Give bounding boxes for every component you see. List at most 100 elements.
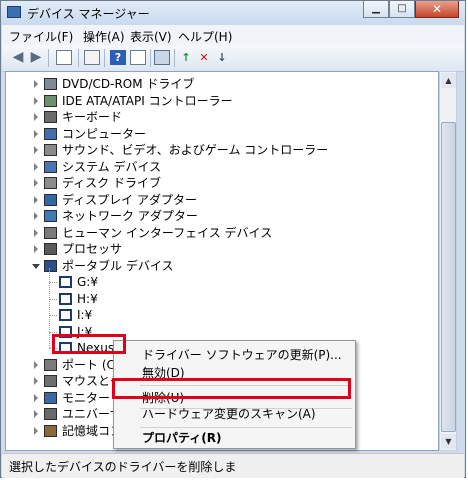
context-properties[interactable]: プロパティ(R)	[114, 428, 355, 448]
collapse-arrow-icon[interactable]	[34, 361, 38, 369]
collapse-arrow-icon[interactable]	[34, 146, 38, 154]
maximize-button[interactable]: □	[389, 1, 415, 18]
menu-file[interactable]: ファイル(F)	[9, 28, 73, 45]
portable-device-icon	[44, 260, 57, 272]
disk-drive-icon	[44, 177, 57, 189]
tree-item-label: ポータブル デバイス	[62, 259, 174, 273]
menu-help[interactable]: ヘルプ(H)	[178, 28, 232, 45]
tree-connector-line	[49, 332, 57, 333]
tree-child-item[interactable]: I:¥	[6, 307, 436, 323]
context-item-label: プロパティ(R)	[142, 431, 222, 445]
context-item-label: ハードウェア変更のスキャン(A)	[142, 407, 316, 421]
status-text: 選択したデバイスのドライバーを削除しま	[9, 460, 237, 474]
portable-device-icon	[59, 293, 72, 305]
tree-item-label: DVD/CD-ROM ドライブ	[62, 77, 195, 91]
tree-category-item[interactable]: IDE ATA/ATAPI コントローラー	[6, 93, 436, 109]
tree-category-item[interactable]: ディスク ドライブ	[6, 175, 436, 191]
tree-item-label: ディスプレイ アダプター	[62, 193, 197, 207]
help-icon[interactable]: ?	[110, 50, 126, 65]
collapse-arrow-icon[interactable]	[34, 113, 38, 121]
scan-hardware-icon[interactable]	[154, 50, 170, 65]
tree-item-label: H:¥	[77, 292, 98, 306]
tree-connector-line	[49, 282, 57, 283]
tree-item-label: IDE ATA/ATAPI コントローラー	[62, 94, 233, 108]
collapse-arrow-icon[interactable]	[34, 427, 38, 435]
tree-category-item[interactable]: ディスプレイ アダプター	[6, 192, 436, 208]
collapse-arrow-icon[interactable]	[34, 196, 38, 204]
menu-view[interactable]: 表示(V)	[130, 28, 172, 45]
collapse-arrow-icon[interactable]	[34, 163, 38, 171]
speaker-icon	[44, 144, 57, 156]
context-update-driver[interactable]: ドライバー ソフトウェアの更新(P)...	[114, 345, 355, 365]
port-icon	[44, 359, 57, 371]
toolbar-separator	[78, 49, 79, 67]
tree-category-item[interactable]: システム デバイス	[6, 159, 436, 175]
toolbar-separator	[48, 49, 49, 67]
tree-category-item[interactable]: サウンド、ビデオ、およびゲーム コントローラー	[6, 142, 436, 158]
collapse-arrow-icon[interactable]	[34, 212, 38, 220]
status-bar: 選択したデバイスのドライバーを削除しま	[2, 453, 464, 478]
tree-item-label: サウンド、ビデオ、およびゲーム コントローラー	[62, 143, 329, 157]
context-scan-hardware[interactable]: ハードウェア変更のスキャン(A)	[114, 404, 355, 424]
collapse-arrow-icon[interactable]	[34, 179, 38, 187]
tree-connector-vertical-line	[49, 268, 50, 348]
display-adapter-icon	[44, 194, 57, 206]
toolbar-separator	[174, 49, 175, 67]
collapse-arrow-icon[interactable]	[34, 80, 38, 88]
expand-arrow-icon[interactable]	[32, 264, 40, 269]
tree-item-label: G:¥	[77, 275, 98, 289]
tree-category-item[interactable]: DVD/CD-ROM ドライブ	[6, 76, 436, 92]
minimize-button[interactable]: ▁	[363, 1, 389, 18]
hid-icon	[44, 227, 57, 239]
mouse-icon	[44, 375, 57, 387]
tree-category-item[interactable]: ヒューマン インターフェイス デバイス	[6, 225, 436, 241]
scrollbar-thumb[interactable]	[441, 122, 456, 432]
disable-device-icon[interactable]: ↓	[214, 50, 230, 65]
tree-category-item[interactable]: ネットワーク アダプター	[6, 208, 436, 224]
scroll-down-icon[interactable]: ▼	[441, 434, 456, 449]
uninstall-device-icon[interactable]: ✕	[196, 50, 212, 65]
tree-item-label: I:¥	[77, 308, 93, 322]
collapse-arrow-icon[interactable]	[34, 97, 38, 105]
dvd-drive-icon	[44, 78, 57, 90]
tree-item-label: システム デバイス	[62, 160, 162, 174]
computer-icon	[44, 128, 57, 140]
update-driver-icon[interactable]: ↑	[178, 50, 194, 65]
highlight-uninstall-box	[112, 378, 351, 399]
tree-item-label: ディスク ドライブ	[62, 176, 161, 190]
back-arrow-icon[interactable]: ◀	[10, 50, 26, 65]
show-action-pane-icon[interactable]	[130, 50, 146, 65]
toolbar-separator	[150, 49, 151, 67]
highlight-nexus5-box	[52, 334, 126, 354]
processor-icon	[44, 243, 57, 255]
show-hide-console-tree-icon[interactable]	[56, 50, 72, 65]
tree-category-item[interactable]: キーボード	[6, 109, 436, 125]
tree-category-item[interactable]: ポータブル デバイス	[6, 258, 436, 274]
tree-category-item[interactable]: コンピューター	[6, 126, 436, 142]
collapse-arrow-icon[interactable]	[34, 229, 38, 237]
properties-icon[interactable]	[84, 50, 100, 65]
collapse-arrow-icon[interactable]	[34, 130, 38, 138]
title-bar[interactable]: デバイス マネージャー ▁ □ ✕	[1, 1, 465, 25]
collapse-arrow-icon[interactable]	[34, 394, 38, 402]
monitor-icon	[44, 392, 57, 404]
collapse-arrow-icon[interactable]	[34, 245, 38, 253]
network-adapter-icon	[44, 210, 57, 222]
portable-device-icon	[59, 276, 72, 288]
vertical-scrollbar[interactable]: ▲ ▼	[439, 71, 457, 451]
device-manager-app-icon	[7, 6, 21, 18]
tree-category-item[interactable]: プロセッサ	[6, 241, 436, 257]
collapse-arrow-icon[interactable]	[34, 377, 38, 385]
forward-arrow-icon[interactable]: ▶	[28, 50, 44, 65]
storage-controller-icon	[44, 425, 57, 437]
tree-item-label: モニター	[62, 391, 111, 405]
scroll-up-icon[interactable]: ▲	[441, 73, 456, 88]
tree-item-label: プロセッサ	[62, 242, 123, 256]
tree-child-item[interactable]: H:¥	[6, 291, 436, 307]
collapse-arrow-icon[interactable]	[34, 410, 38, 418]
device-manager-window: デバイス マネージャー ▁ □ ✕ ファイル(F) 操作(A) 表示(V) ヘル…	[0, 0, 466, 478]
tree-child-item[interactable]: G:¥	[6, 274, 436, 290]
portable-device-icon	[59, 309, 72, 321]
close-button[interactable]: ✕	[415, 1, 459, 18]
menu-action[interactable]: 操作(A)	[83, 28, 125, 45]
